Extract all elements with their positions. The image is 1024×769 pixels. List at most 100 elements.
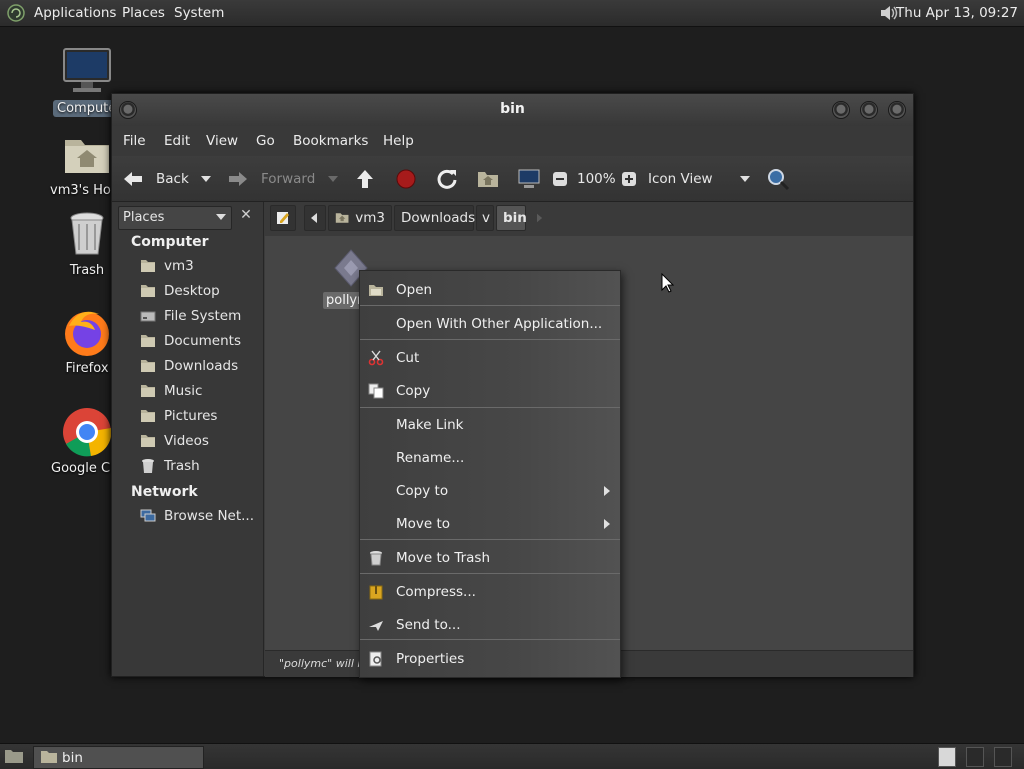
places-menu[interactable]: Places bbox=[122, 5, 165, 21]
context-menu: Open Open With Other Application... Cut Cop… bbox=[359, 270, 621, 678]
desktop-label: Trash bbox=[69, 263, 105, 278]
menu-item-properties[interactable]: Properties bbox=[360, 644, 620, 674]
toolbar: Back Forward 100% Icon View bbox=[112, 156, 913, 202]
chevron-down-icon bbox=[328, 176, 338, 182]
menu-item-open[interactable]: Open bbox=[360, 275, 620, 305]
forward-button[interactable]: Forward bbox=[227, 166, 315, 192]
toggle-location-entry-button[interactable] bbox=[270, 205, 296, 231]
search-icon bbox=[768, 169, 790, 191]
menu-edit[interactable]: Edit bbox=[164, 133, 190, 149]
documents-folder-icon bbox=[140, 334, 156, 348]
menu-view[interactable]: View bbox=[206, 133, 238, 149]
close-button[interactable] bbox=[888, 101, 906, 119]
breadcrumb-scroll-right[interactable] bbox=[530, 205, 550, 231]
chevron-right-icon bbox=[537, 213, 543, 223]
breadcrumb-v[interactable]: v bbox=[476, 205, 494, 231]
computer-button[interactable] bbox=[518, 166, 540, 192]
sidebar-item-pictures[interactable]: Pictures bbox=[140, 406, 217, 426]
zoom-level[interactable]: 100% bbox=[577, 166, 616, 192]
menu-item-compress[interactable]: Compress... bbox=[360, 577, 620, 607]
up-button[interactable] bbox=[354, 166, 376, 192]
system-menu[interactable]: System bbox=[174, 5, 224, 21]
menu-item-cut[interactable]: Cut bbox=[360, 343, 620, 373]
home-button[interactable] bbox=[477, 166, 499, 192]
sidebar-item-label: File System bbox=[164, 308, 242, 324]
computer-icon bbox=[61, 46, 113, 98]
breadcrumb-vm3[interactable]: vm3 bbox=[328, 205, 392, 231]
back-label: Back bbox=[156, 171, 189, 187]
minimize-button[interactable] bbox=[832, 101, 850, 119]
sidebar-item-browse-net[interactable]: Browse Net... bbox=[140, 506, 254, 526]
menu-item-label: Copy to bbox=[396, 483, 449, 499]
sidebar-item-label: Downloads bbox=[164, 358, 239, 374]
back-button[interactable]: Back bbox=[122, 166, 189, 192]
menu-item-copy-to[interactable]: Copy to bbox=[360, 476, 620, 506]
breadcrumb-bin[interactable]: bin bbox=[496, 205, 527, 231]
menu-item-label: Open bbox=[396, 282, 433, 298]
back-history-dropdown[interactable] bbox=[200, 166, 212, 192]
sidebar-item-file-system[interactable]: File System bbox=[140, 306, 241, 326]
sidebar-item-music[interactable]: Music bbox=[140, 381, 202, 401]
sidebar-item-label: Music bbox=[164, 383, 203, 399]
desktop-label: Firefox bbox=[65, 361, 109, 376]
menu-file[interactable]: File bbox=[123, 133, 146, 149]
menu-item-label: Cut bbox=[396, 350, 420, 366]
sidebar-item-label: Documents bbox=[164, 333, 241, 349]
view-mode-select[interactable]: Icon View bbox=[648, 166, 751, 192]
sidebar-mode-select[interactable]: Places bbox=[118, 206, 232, 230]
breadcrumb-downloads[interactable]: Downloads bbox=[394, 205, 475, 231]
sidebar-item-videos[interactable]: Videos bbox=[140, 431, 209, 451]
bottom-panel: bin bbox=[0, 743, 1024, 769]
menu-item-copy[interactable]: Copy bbox=[360, 376, 620, 406]
menu-go[interactable]: Go bbox=[256, 133, 275, 149]
menu-item-make-link[interactable]: Make Link bbox=[360, 410, 620, 440]
sidebar-item-desktop[interactable]: Desktop bbox=[140, 281, 220, 301]
menu-separator bbox=[360, 573, 620, 574]
breadcrumb-scroll-left[interactable] bbox=[304, 205, 326, 231]
menu-item-move-to-trash[interactable]: Move to Trash bbox=[360, 543, 620, 573]
sidebar-item-label: Desktop bbox=[164, 283, 220, 299]
chevron-down-icon bbox=[201, 176, 211, 182]
zoom-out-button[interactable] bbox=[552, 166, 568, 192]
sidebar-close-button[interactable]: ✕ bbox=[236, 207, 256, 227]
maximize-button[interactable] bbox=[860, 101, 878, 119]
menu-item-label: Send to... bbox=[396, 617, 461, 633]
mouse-cursor-icon bbox=[661, 273, 675, 293]
menu-bookmarks[interactable]: Bookmarks bbox=[293, 133, 368, 149]
menu-item-move-to[interactable]: Move to bbox=[360, 509, 620, 539]
show-desktop-icon[interactable] bbox=[4, 748, 24, 764]
sidebar-item-vm3[interactable]: vm3 bbox=[140, 256, 194, 276]
menu-separator bbox=[360, 539, 620, 540]
sidebar-item-downloads[interactable]: Downloads bbox=[140, 356, 238, 376]
send-icon bbox=[368, 617, 384, 633]
zoom-in-button[interactable] bbox=[621, 166, 637, 192]
search-button[interactable] bbox=[766, 166, 790, 192]
applications-menu[interactable]: Applications bbox=[34, 5, 116, 21]
menu-item-open-with-other-application[interactable]: Open With Other Application... bbox=[360, 309, 620, 339]
taskbar-item-bin[interactable]: bin bbox=[33, 746, 204, 769]
reload-button[interactable] bbox=[436, 166, 458, 192]
archive-icon bbox=[368, 584, 384, 600]
chevron-left-icon bbox=[311, 213, 317, 223]
taskbar-item-label: bin bbox=[62, 749, 83, 766]
workspace-2[interactable] bbox=[966, 747, 984, 767]
drive-icon bbox=[140, 309, 156, 323]
workspace-3[interactable] bbox=[994, 747, 1012, 767]
menu-help[interactable]: Help bbox=[383, 133, 414, 149]
sidebar-item-label: vm3 bbox=[164, 258, 194, 274]
workspace-1[interactable] bbox=[938, 747, 956, 767]
sidebar-item-trash[interactable]: Trash bbox=[140, 456, 200, 476]
stop-button[interactable] bbox=[395, 166, 417, 192]
computer-icon bbox=[518, 169, 540, 188]
menu-item-send-to[interactable]: Send to... bbox=[360, 610, 620, 640]
sidebar-item-documents[interactable]: Documents bbox=[140, 331, 241, 351]
menu-item-rename[interactable]: Rename... bbox=[360, 443, 620, 473]
clock[interactable]: Thu Apr 13, 09:27 bbox=[896, 5, 1018, 21]
applications-logo-icon[interactable] bbox=[7, 4, 25, 22]
title-bar[interactable]: bin bbox=[112, 94, 913, 126]
menu-item-label: Compress... bbox=[396, 584, 476, 600]
breadcrumb-label: bin bbox=[503, 210, 527, 226]
properties-icon bbox=[368, 651, 384, 667]
sidebar-item-label: Pictures bbox=[164, 408, 218, 424]
forward-history-dropdown[interactable] bbox=[327, 166, 339, 192]
